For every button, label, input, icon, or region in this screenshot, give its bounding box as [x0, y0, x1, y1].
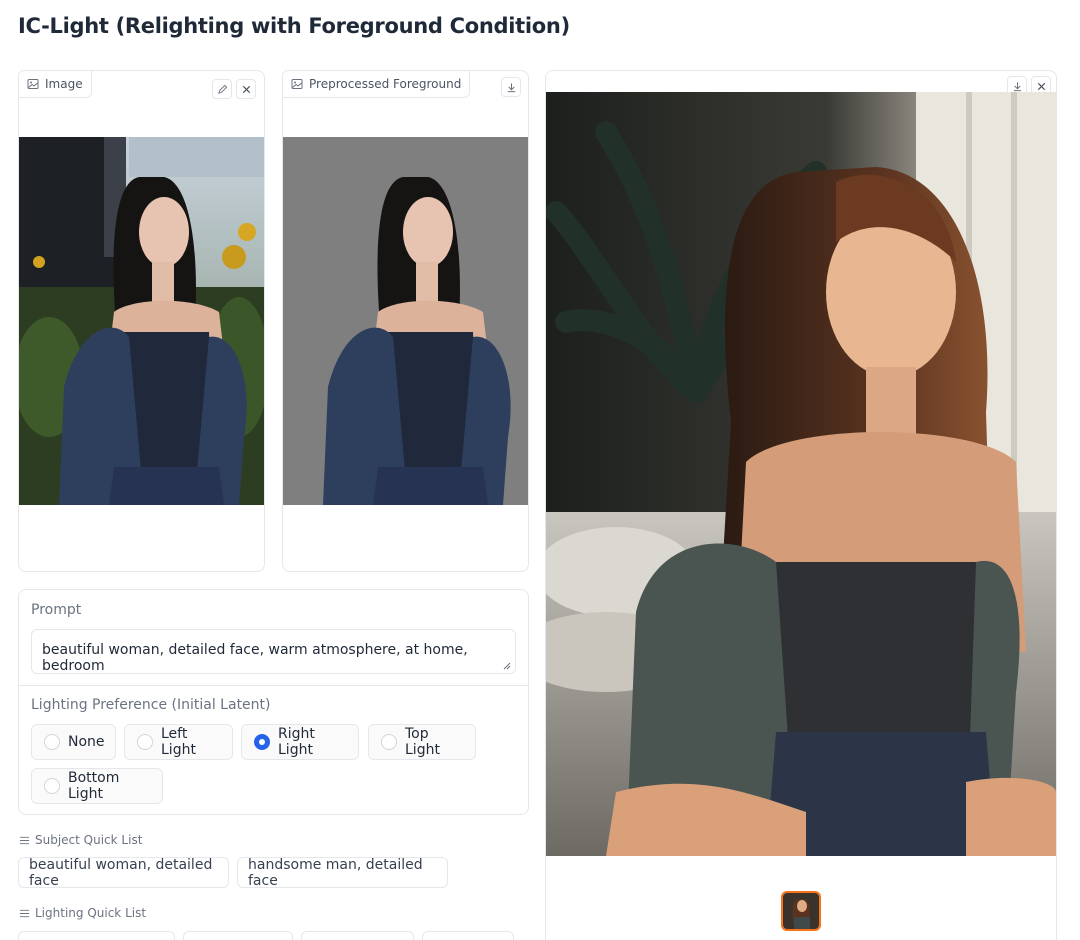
radio-bottom-light-dot: [44, 778, 60, 794]
preprocessed-label-text: Preprocessed Foreground: [309, 77, 462, 91]
prompt-value: beautiful woman, detailed face, warm atm…: [42, 642, 468, 674]
lighting-quick-list-label: Lighting Quick List: [35, 906, 147, 920]
preprocessed-foreground-panel: Preprocessed Foreground: [282, 70, 529, 572]
subject-chip-woman[interactable]: beautiful woman, detailed face: [18, 856, 229, 889]
gallery-thumbnail[interactable]: [781, 891, 821, 931]
group-divider: [19, 685, 528, 686]
radio-none-dot: [44, 734, 60, 750]
image-label-text: Image: [45, 77, 83, 91]
pencil-icon: [217, 84, 227, 94]
radio-left-light[interactable]: Left Light: [124, 724, 233, 760]
download-icon: [507, 82, 515, 92]
subject-chip-woman-label: beautiful woman, detailed face: [29, 856, 213, 889]
input-photo: [19, 137, 264, 505]
subject-quick-list-label: Subject Quick List: [35, 833, 143, 847]
subject-chip-man-label: handsome man, detailed face: [248, 856, 423, 889]
subject-chip-man[interactable]: handsome man, detailed face: [237, 856, 448, 889]
output-photo[interactable]: [546, 92, 1056, 856]
lighting-chip[interactable]: [422, 931, 514, 940]
download-icon: [1013, 81, 1021, 91]
image-icon: [27, 79, 39, 89]
radio-right-light-dot: [254, 734, 270, 750]
preprocessed-label: Preprocessed Foreground: [282, 70, 471, 98]
prompt-textarea[interactable]: beautiful woman, detailed face, warm atm…: [31, 629, 516, 674]
lighting-chip[interactable]: [18, 931, 175, 940]
list-icon: [19, 836, 30, 844]
prompt-label: Prompt: [31, 602, 82, 618]
lighting-quick-list-title: Lighting Quick List: [19, 906, 146, 920]
lighting-chip[interactable]: [301, 931, 414, 940]
lighting-label: Lighting Preference (Initial Latent): [31, 697, 271, 713]
image-icon: [291, 79, 303, 89]
list-icon: [19, 909, 30, 917]
resize-handle-icon[interactable]: [503, 662, 511, 670]
radio-left-light-dot: [137, 734, 153, 750]
radio-bottom-light[interactable]: Bottom Light: [31, 768, 163, 804]
download-preprocessed-button[interactable]: [501, 77, 521, 97]
prompt-settings-group: Prompt beautiful woman, detailed face, w…: [18, 589, 529, 815]
lighting-chip[interactable]: [183, 931, 293, 940]
radio-top-light[interactable]: Top Light: [368, 724, 476, 760]
radio-bottom-light-label: Bottom Light: [68, 770, 120, 802]
subject-quick-list-title: Subject Quick List: [19, 833, 142, 847]
radio-none-label: None: [68, 734, 105, 750]
image-label: Image: [18, 70, 92, 98]
preprocessed-photo: [283, 137, 528, 505]
clear-image-button[interactable]: [236, 79, 256, 99]
output-gallery-panel: [545, 70, 1057, 940]
close-icon: [1037, 82, 1045, 90]
page-title: IC-Light (Relighting with Foreground Con…: [18, 14, 570, 38]
edit-image-button[interactable]: [212, 79, 232, 99]
radio-none[interactable]: None: [31, 724, 116, 760]
radio-right-light[interactable]: Right Light: [241, 724, 359, 760]
radio-top-light-dot: [381, 734, 397, 750]
radio-left-light-label: Left Light: [161, 726, 196, 758]
radio-top-light-label: Top Light: [405, 726, 440, 758]
close-icon: [242, 85, 250, 93]
image-input-panel[interactable]: Image: [18, 70, 265, 572]
radio-right-light-label: Right Light: [278, 726, 315, 758]
